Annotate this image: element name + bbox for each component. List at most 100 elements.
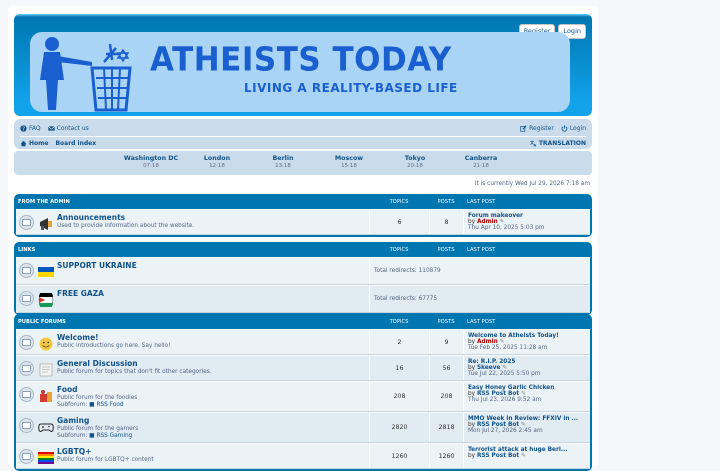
forum-title-link[interactable]: SUPPORT UKRAINE	[57, 261, 137, 270]
view-latest-post-icon[interactable]: ✎	[521, 453, 526, 459]
category-title[interactable]: PUBLIC FORUMS	[18, 319, 369, 325]
category-header: FROM THE ADMIN TOPICS POSTS LAST POST	[16, 194, 590, 209]
site-logo-banner[interactable]: ATHEISTS TODAY LIVING A REALITY-BASED LI…	[30, 32, 570, 112]
forum-description: Public introductions go here. Say hello!	[57, 343, 171, 349]
clock-time: 15:18	[341, 163, 357, 169]
nav-register-link[interactable]: Register	[520, 125, 554, 132]
last-post-column-header: LAST POST	[467, 246, 496, 253]
forum-title-link[interactable]: Announcements	[57, 213, 194, 222]
translation-link[interactable]: 文A TRANSLATION	[530, 140, 586, 147]
gamepad-icon	[38, 423, 54, 432]
svg-text:A: A	[533, 144, 536, 147]
forum-description: Public forum for LGBTQ+ content	[57, 457, 154, 463]
navbar: ? FAQ Contact us Register Login Home Boa…	[14, 119, 592, 149]
site-header: Register Login ATHEISTS TODAY LIVING A R…	[14, 14, 592, 116]
last-post-date: Tue Jul 22, 2025 5:50 pm	[468, 371, 541, 377]
redirect-count: Total redirects: 67775	[369, 286, 590, 312]
forum-description: Public forum for the foodies	[57, 395, 138, 401]
current-time: It is currently Wed Jul 29, 2026 7:18 am	[474, 181, 590, 187]
board-index-link[interactable]: Board index	[55, 140, 96, 147]
nav-register-label: Register	[529, 124, 554, 132]
clock-time: 13:18	[275, 163, 291, 169]
forum-read-status-icon	[19, 335, 34, 350]
last-post-cell: Re: R.I.P. 2025 by Skeeve ✎ Tue Jul 22, …	[463, 356, 590, 380]
last-post-cell: Terrorist attack at huge Berl... by RSS …	[463, 444, 590, 468]
clock-city: Washington DC	[123, 155, 179, 162]
smiley-icon	[39, 337, 53, 351]
clock-item: London 12:18	[184, 151, 250, 175]
category-header: PUBLIC FORUMS TOPICS POSTS LAST POST	[16, 314, 590, 329]
topic-count: 1260	[369, 444, 429, 468]
forum-title-link[interactable]: Gaming	[57, 416, 138, 425]
posts-column-header: POSTS	[437, 198, 455, 205]
last-post-author-link[interactable]: RSS Post Bot	[477, 453, 519, 459]
forum-row: Food Public forum for the foodies Subforum…	[16, 381, 590, 412]
category-title[interactable]: LINKS	[18, 247, 369, 253]
nav-login-link[interactable]: Login	[561, 125, 586, 132]
posts-column-header: POSTS	[437, 246, 455, 253]
site-subtitle: LIVING A REALITY-BASED LIFE	[244, 81, 458, 95]
breadcrumb: Home Board index 文A TRANSLATION	[20, 136, 586, 147]
nav-login-label: Login	[569, 124, 586, 132]
forum-row: SUPPORT UKRAINE Total redirects: 110879	[16, 257, 590, 285]
forum-title-link[interactable]: Food	[57, 385, 137, 394]
clock-item: Canberra 21:18	[448, 151, 514, 175]
power-icon	[561, 124, 568, 132]
food-icon	[40, 390, 52, 402]
forum-category: PUBLIC FORUMS TOPICS POSTS LAST POST Welco…	[14, 314, 592, 471]
clock-time: 21:18	[473, 163, 489, 169]
translate-icon: 文A	[530, 140, 537, 147]
home-label: Home	[29, 140, 49, 147]
forum-description: Used to provide information about the we…	[57, 223, 195, 229]
clock-city: Canberra	[464, 155, 498, 162]
clock-city: Berlin	[272, 155, 294, 162]
forum-row: Welcome! Public introductions go here. Sa…	[16, 329, 590, 355]
contact-link[interactable]: Contact us	[47, 124, 89, 132]
forum-row: LGBTQ+ Public forum for LGBTQ+ content 126…	[16, 443, 590, 469]
forum-row: FREE GAZA Total redirects: 67775	[16, 285, 590, 313]
quick-links-row: ? FAQ Contact us Register Login	[20, 123, 586, 133]
last-post-date: Mon Jul 27, 2026 2:45 am	[468, 428, 543, 434]
post-count: 208	[429, 382, 463, 411]
topics-column-header: TOPICS	[389, 198, 409, 205]
topic-count: 6	[369, 210, 429, 234]
forum-title-link[interactable]: FREE GAZA	[57, 289, 104, 298]
clock-time: 12:18	[209, 163, 225, 169]
subforum-link[interactable]: ■ RSS Gaming	[89, 433, 132, 439]
category-header: LINKS TOPICS POSTS LAST POST	[16, 242, 590, 257]
ukraine-flag-icon	[38, 267, 54, 277]
home-icon	[20, 140, 27, 147]
forum-read-status-icon	[19, 418, 34, 433]
category-title[interactable]: FROM THE ADMIN	[18, 199, 369, 205]
posts-column-header: POSTS	[437, 318, 455, 325]
faq-link[interactable]: ? FAQ	[20, 125, 41, 132]
page-wrapper: Register Login ATHEISTS TODAY LIVING A R…	[8, 6, 598, 471]
forum-read-status-icon	[19, 263, 34, 278]
last-post-cell: Forum makeover by Admin ✎ Thu Apr 10, 20…	[463, 210, 590, 234]
last-post-date: Thu Apr 10, 2025 5:03 pm	[468, 225, 545, 231]
clock-time: 07:18	[143, 163, 159, 169]
subforum-name: RSS Gaming	[96, 433, 133, 439]
forum-description: Public forum for topics that don't fit o…	[57, 369, 212, 375]
contact-label: Contact us	[56, 124, 89, 132]
forum-read-status-icon	[19, 449, 34, 464]
by-label: by	[468, 453, 476, 459]
forum-title-link[interactable]: Welcome!	[57, 333, 171, 342]
board-index-label: Board index	[55, 140, 97, 147]
translation-label: TRANSLATION	[538, 140, 586, 147]
forum-title-link[interactable]: General Discussion	[57, 359, 212, 368]
envelope-icon	[47, 125, 55, 131]
forum-category: LINKS TOPICS POSTS LAST POST SUPPORT UKRA…	[14, 242, 592, 315]
forum-title-link[interactable]: LGBTQ+	[57, 447, 154, 456]
forum-category: FROM THE ADMIN TOPICS POSTS LAST POST Anno…	[14, 194, 592, 237]
forum-row: General Discussion Public forum for topic…	[16, 355, 590, 381]
home-link[interactable]: Home	[20, 140, 48, 147]
subforum-line: Subforum: ■ RSS Food	[57, 402, 137, 408]
last-post-date: Thu Jul 23, 2026 9:52 am	[468, 397, 542, 403]
subforum-link[interactable]: ■ RSS Food	[89, 402, 123, 408]
last-post-column-header: LAST POST	[467, 318, 496, 325]
svg-text:?: ?	[22, 126, 25, 132]
question-circle-icon: ?	[20, 124, 27, 132]
forum-row: Gaming Public forum for the gamers Subforu…	[16, 412, 590, 443]
clock-item: Washington DC 07:18	[118, 151, 184, 175]
